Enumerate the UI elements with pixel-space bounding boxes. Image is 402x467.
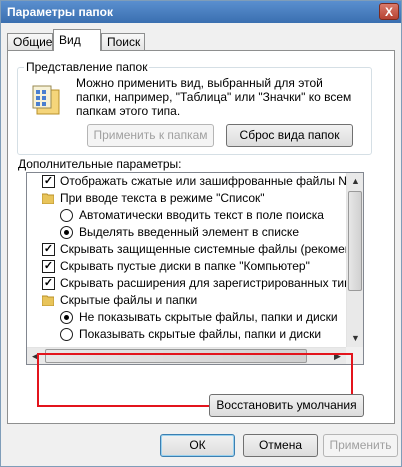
checkbox[interactable]: ✓: [42, 175, 55, 188]
radio-button[interactable]: [60, 226, 73, 239]
vertical-scroll-thumb[interactable]: [348, 191, 362, 291]
restore-defaults-button[interactable]: Восстановить умолчания: [209, 394, 364, 417]
title-bar[interactable]: Параметры папок X: [1, 1, 401, 23]
ok-button[interactable]: ОК: [160, 434, 235, 457]
window-title: Параметры папок: [7, 5, 113, 19]
vertical-scrollbar[interactable]: ▲ ▼: [346, 173, 363, 347]
apply-to-folders-button[interactable]: Применить к папкам: [87, 124, 214, 147]
apply-button[interactable]: Применить: [323, 434, 398, 457]
cancel-button[interactable]: Отмена: [243, 434, 318, 457]
folder-icon: [42, 295, 54, 306]
folder-icon: [42, 193, 54, 204]
scroll-down-icon[interactable]: ▼: [347, 330, 363, 347]
list-item-label: Автоматически вводить текст в поле поиск…: [79, 208, 324, 222]
list-item-label: Скрывать расширения для зарегистрированн…: [60, 276, 358, 290]
advanced-settings-tree[interactable]: ✓ Отображать сжатые или зашифрованные фа…: [26, 172, 364, 365]
list-item-label: Показывать скрытые файлы, папки и диски: [79, 327, 322, 341]
folder-view-group: Представление папок Можно применить вид,…: [17, 60, 372, 155]
list-item-label: Скрывать защищенные системные файлы (рек…: [60, 242, 352, 256]
tab-general[interactable]: Общие: [7, 33, 53, 51]
checkbox[interactable]: ✓: [42, 277, 55, 290]
folder-view-group-label: Представление папок: [24, 60, 150, 74]
list-item-label: Не показывать скрытые файлы, папки и дис…: [79, 310, 338, 324]
list-item-label: Выделять введенный элемент в списке: [79, 225, 299, 239]
checkbox[interactable]: ✓: [42, 243, 55, 256]
list-item-label: Отображать сжатые или зашифрованные файл…: [60, 174, 355, 188]
tab-search[interactable]: Поиск: [101, 33, 145, 51]
folder-options-dialog: Параметры папок X Общие Вид Поиск Предст…: [0, 0, 402, 467]
list-item-label: При вводе текста в режиме "Список": [60, 191, 265, 205]
list-item-label: Скрытые файлы и папки: [60, 293, 198, 307]
reset-folders-button[interactable]: Сброс вида папок: [226, 124, 353, 147]
tab-view[interactable]: Вид: [53, 29, 101, 51]
radio-button[interactable]: [60, 328, 73, 341]
scroll-up-icon[interactable]: ▲: [347, 173, 363, 190]
list-item-label: Скрывать пустые диски в папке "Компьютер…: [60, 259, 310, 273]
advanced-settings-label: Дополнительные параметры:: [18, 157, 182, 171]
checkbox[interactable]: ✓: [42, 260, 55, 273]
close-button[interactable]: X: [379, 3, 399, 20]
radio-button[interactable]: [60, 311, 73, 324]
folder-view-icon: [31, 82, 61, 118]
folder-view-description: Можно применить вид, выбранный для этой …: [76, 76, 352, 118]
radio-button[interactable]: [60, 209, 73, 222]
view-tab-panel: Представление папок Можно применить вид,…: [7, 50, 395, 424]
